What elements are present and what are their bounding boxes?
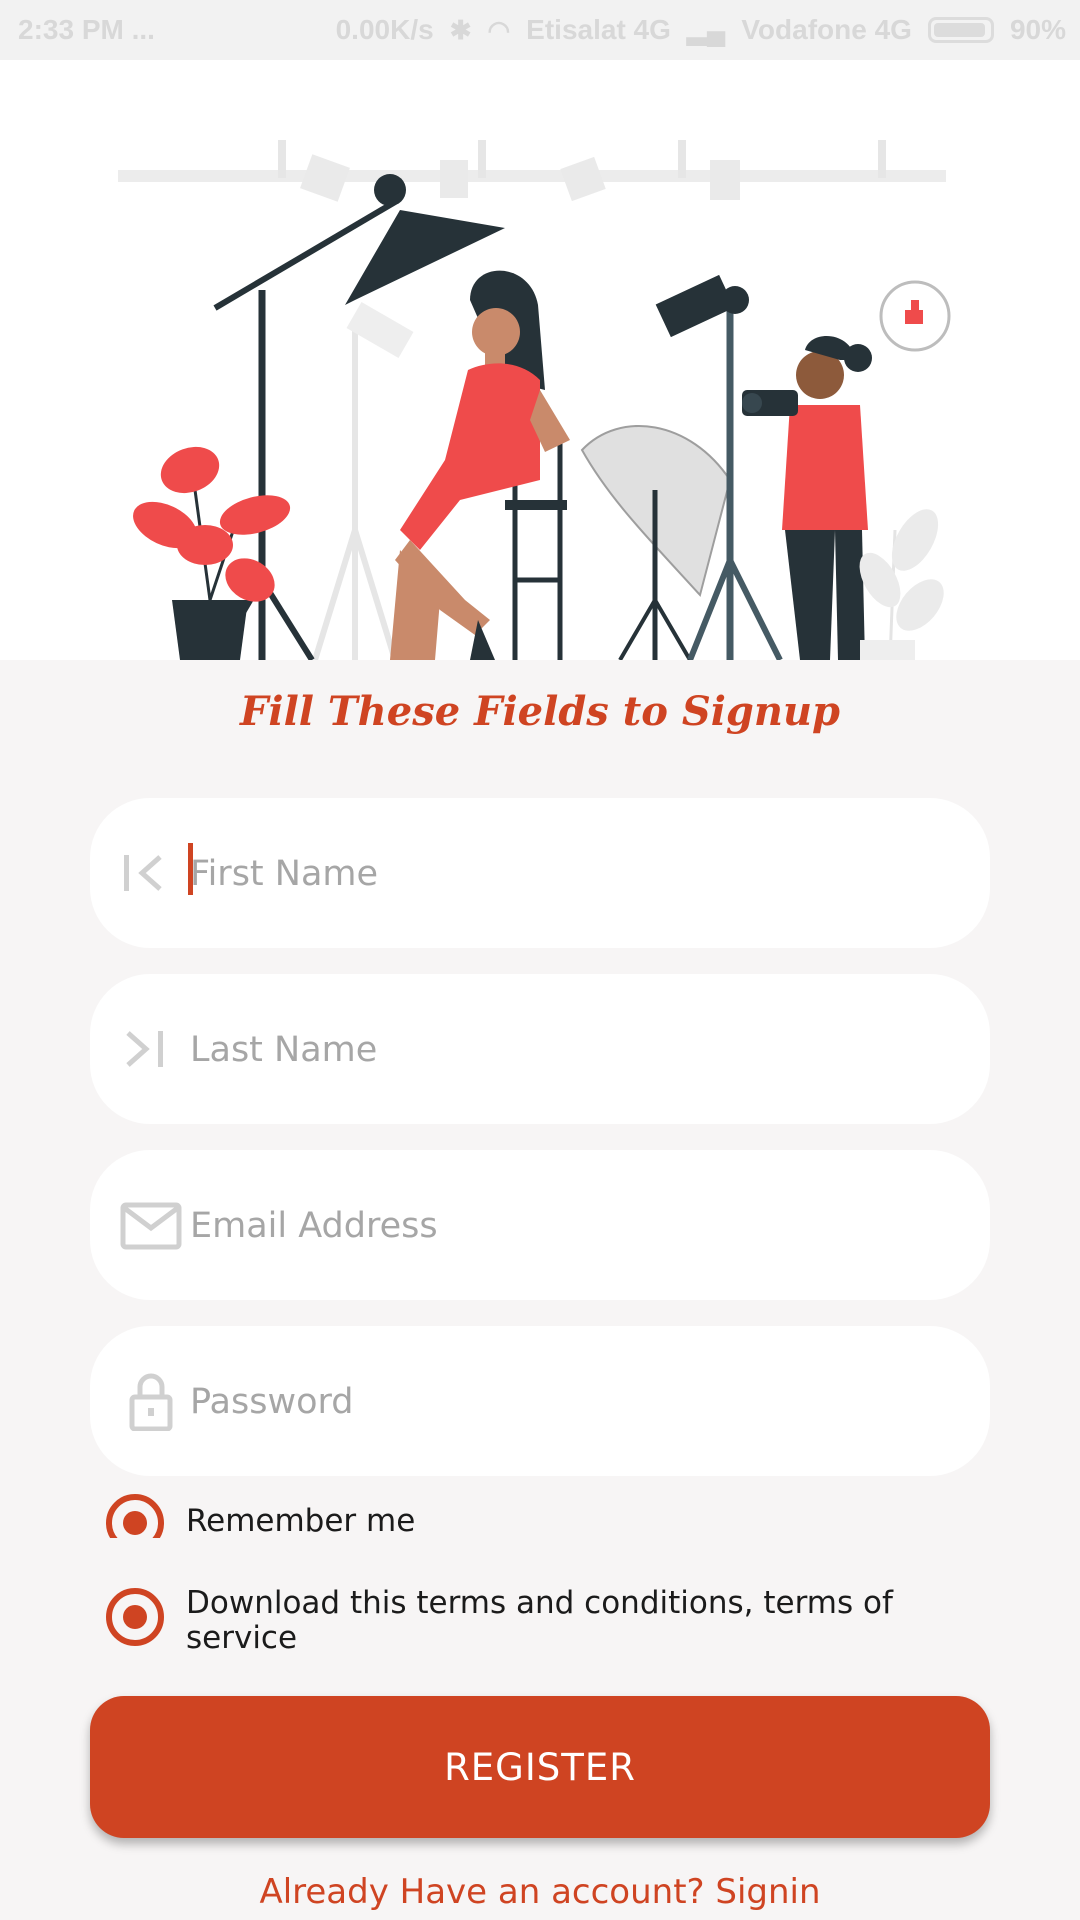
password-field[interactable] bbox=[90, 1326, 990, 1476]
last-name-field[interactable] bbox=[90, 974, 990, 1124]
battery-icon bbox=[927, 17, 994, 43]
signin-link[interactable]: Already Have an account? Signin bbox=[0, 1872, 1080, 1912]
mail-icon bbox=[120, 1202, 182, 1250]
status-carrier-1: Etisalat 4G bbox=[526, 14, 671, 45]
remember-me-label: Remember me bbox=[186, 1503, 416, 1539]
last-name-input[interactable] bbox=[188, 1009, 932, 1091]
signal-icon: ▂▄ bbox=[686, 14, 726, 45]
remember-me-option[interactable]: Remember me bbox=[106, 1494, 415, 1538]
bluetooth-icon: ✱ bbox=[449, 14, 472, 45]
terms-option[interactable]: Download this terms and conditions, term… bbox=[106, 1585, 946, 1656]
remember-me-radio[interactable] bbox=[106, 1494, 164, 1538]
terms-label: Download this terms and conditions, term… bbox=[186, 1585, 893, 1656]
status-dots: ... bbox=[131, 14, 155, 45]
wifi-icon: ◠ bbox=[487, 14, 511, 45]
text-cursor bbox=[188, 843, 193, 895]
register-button[interactable]: REGISTER bbox=[90, 1696, 990, 1838]
signup-title: Fill These Fields to Signup bbox=[239, 688, 841, 735]
first-page-icon bbox=[124, 855, 162, 891]
status-battery: 90% bbox=[1009, 14, 1066, 45]
email-input[interactable] bbox=[188, 1185, 932, 1267]
first-name-input[interactable] bbox=[188, 833, 932, 915]
first-name-field[interactable] bbox=[90, 798, 990, 948]
status-speed: 0.00K/s bbox=[335, 14, 434, 45]
status-carrier-2: Vodafone 4G bbox=[741, 14, 912, 45]
status-bar: 2:33 PM ... 0.00K/s ✱ ◠ Etisalat 4G ▂▄ V… bbox=[0, 0, 1080, 60]
hero-illustration bbox=[0, 60, 1080, 660]
last-page-icon bbox=[126, 1031, 163, 1067]
password-input[interactable] bbox=[188, 1361, 932, 1443]
lock-icon bbox=[129, 1373, 173, 1431]
photo-studio-illustration bbox=[118, 140, 951, 660]
status-time: 2:33 PM bbox=[18, 14, 124, 45]
terms-radio[interactable] bbox=[106, 1588, 164, 1646]
email-field[interactable] bbox=[90, 1150, 990, 1300]
